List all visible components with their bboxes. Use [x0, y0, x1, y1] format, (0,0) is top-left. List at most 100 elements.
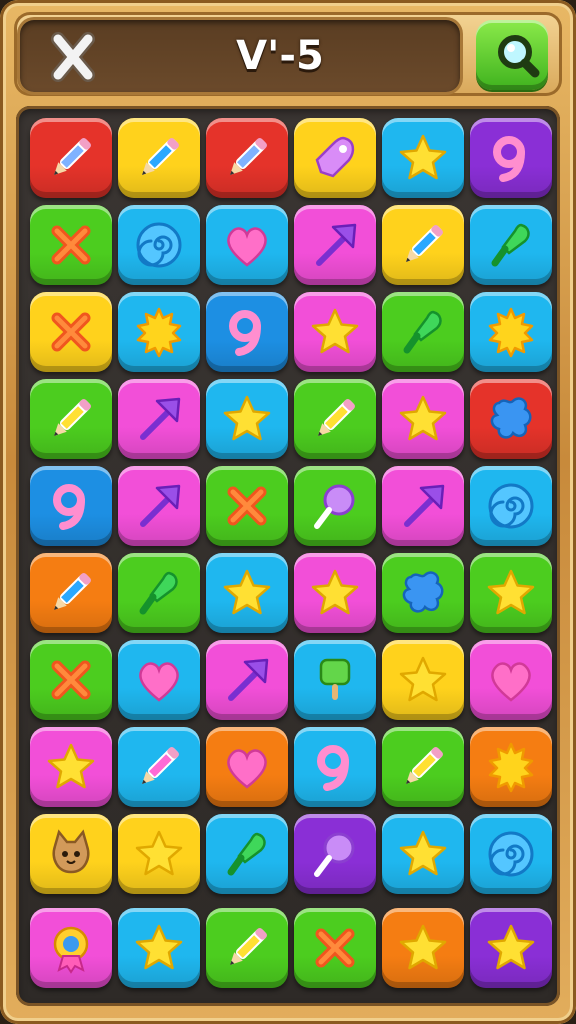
pencil-icon: [54, 138, 91, 175]
tile-red-pencil[interactable]: [30, 118, 112, 198]
tile-purple-nine[interactable]: [470, 118, 552, 198]
tile-cyan-brush[interactable]: [470, 205, 552, 285]
close-button[interactable]: [30, 28, 104, 84]
tile-green-pencil[interactable]: [294, 379, 376, 459]
pencil-icon: [230, 138, 267, 175]
tile-green-brush[interactable]: [118, 553, 200, 633]
tile-cyan-sun[interactable]: [118, 292, 200, 372]
tile-yellow-pencil[interactable]: [118, 118, 200, 198]
lollipop-icon: [314, 484, 355, 529]
level-title: V'-5: [236, 33, 324, 79]
tile-yellow-rocket[interactable]: [294, 118, 376, 198]
rocket-icon: [315, 136, 355, 178]
star-icon: [47, 743, 95, 789]
star-icon: [311, 569, 359, 615]
splat-icon: [402, 571, 444, 613]
brush-icon: [139, 571, 178, 615]
nine-icon: [317, 745, 349, 791]
search-button[interactable]: [476, 20, 548, 90]
tile-pink-star[interactable]: [30, 727, 112, 807]
tile-green-pencil[interactable]: [30, 379, 112, 459]
pencil-icon: [54, 573, 91, 610]
tile-orange-sun[interactable]: [470, 727, 552, 807]
brush-icon: [491, 223, 530, 267]
tile-yellow-cross[interactable]: [30, 292, 112, 372]
tile-cyan-popsicle[interactable]: [294, 640, 376, 720]
tile-pink-arrow[interactable]: [118, 466, 200, 546]
tile-cyan-star[interactable]: [118, 908, 200, 988]
pencil-icon: [406, 747, 443, 784]
tile-purple-lollipop[interactable]: [294, 814, 376, 894]
tile-pink-star[interactable]: [382, 379, 464, 459]
tile-red-splat[interactable]: [470, 379, 552, 459]
tile-green-pencil[interactable]: [382, 727, 464, 807]
pencil-icon: [142, 747, 179, 784]
tile-green-lollipop[interactable]: [294, 466, 376, 546]
arrow-icon: [404, 484, 445, 527]
tile-red-pencil[interactable]: [206, 118, 288, 198]
star-icon: [223, 395, 271, 441]
star-icon: [135, 830, 183, 876]
tile-pink-arrow[interactable]: [382, 466, 464, 546]
tile-green-brush[interactable]: [382, 292, 464, 372]
tile-pink-star[interactable]: [294, 553, 376, 633]
tile-green-cross[interactable]: [206, 466, 288, 546]
tile-green-pencil[interactable]: [206, 908, 288, 988]
pencil-icon: [230, 928, 267, 965]
cross-icon: [51, 660, 91, 700]
magnifier-icon: [498, 35, 540, 78]
tile-pink-arrow[interactable]: [294, 205, 376, 285]
tile-blue-nine[interactable]: [206, 292, 288, 372]
brush-icon: [227, 832, 266, 876]
spiral-icon: [488, 483, 534, 529]
tile-cyan-spiral[interactable]: [118, 205, 200, 285]
heart-icon: [139, 662, 179, 702]
tile-yellow-cat[interactable]: [30, 814, 112, 894]
tile-yellow-pencil[interactable]: [382, 205, 464, 285]
tile-orange-star[interactable]: [382, 908, 464, 988]
tile-orange-heart[interactable]: [206, 727, 288, 807]
tile-pink-arrow[interactable]: [206, 640, 288, 720]
star-icon: [399, 830, 447, 876]
heart-icon: [491, 662, 531, 702]
tile-cyan-nine[interactable]: [294, 727, 376, 807]
sun-icon: [488, 742, 534, 793]
tile-cyan-spiral[interactable]: [470, 814, 552, 894]
tile-orange-pencil[interactable]: [30, 553, 112, 633]
tile-cyan-heart[interactable]: [118, 640, 200, 720]
tile-pink-star[interactable]: [294, 292, 376, 372]
tile-purple-star[interactable]: [470, 908, 552, 988]
tile-cyan-star[interactable]: [382, 814, 464, 894]
cross-icon: [315, 928, 355, 968]
tile-cyan-heart[interactable]: [206, 205, 288, 285]
close-icon: [51, 32, 95, 82]
pencil-icon: [406, 225, 443, 262]
nine-icon: [229, 310, 261, 356]
tile-pink-arrow[interactable]: [118, 379, 200, 459]
tile-pink-heart[interactable]: [470, 640, 552, 720]
star-icon: [399, 395, 447, 441]
tile-cyan-sun[interactable]: [470, 292, 552, 372]
tile-yellow-star[interactable]: [382, 640, 464, 720]
tile-cyan-spiral[interactable]: [470, 466, 552, 546]
heart-icon: [227, 749, 267, 789]
tile-pink-badge[interactable]: [30, 908, 112, 988]
tile-green-splat[interactable]: [382, 553, 464, 633]
tile-cyan-star[interactable]: [206, 553, 288, 633]
tile-green-cross[interactable]: [30, 640, 112, 720]
pencil-icon: [318, 399, 355, 436]
tile-cyan-star[interactable]: [206, 379, 288, 459]
star-icon: [311, 308, 359, 354]
tile-green-cross[interactable]: [294, 908, 376, 988]
star-icon: [399, 656, 447, 702]
tile-green-cross[interactable]: [30, 205, 112, 285]
sun-icon: [488, 307, 534, 358]
arrow-icon: [140, 397, 181, 440]
tile-cyan-star[interactable]: [382, 118, 464, 198]
tile-green-star[interactable]: [470, 553, 552, 633]
tile-yellow-star[interactable]: [118, 814, 200, 894]
tile-blue-nine[interactable]: [30, 466, 112, 546]
star-icon: [487, 569, 535, 615]
tile-cyan-brush[interactable]: [206, 814, 288, 894]
tile-cyan-pencil[interactable]: [118, 727, 200, 807]
